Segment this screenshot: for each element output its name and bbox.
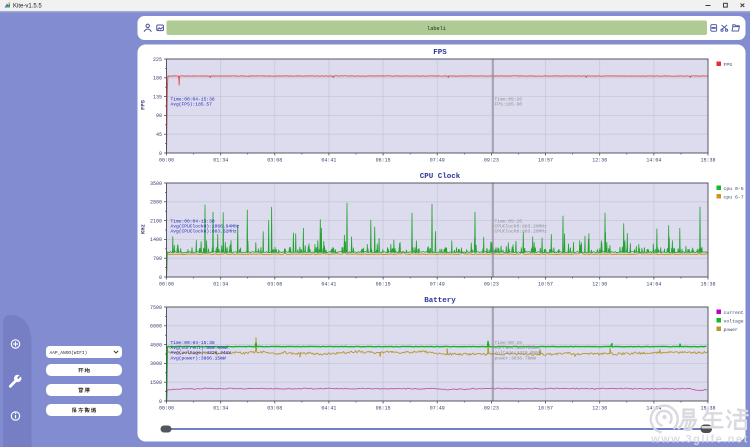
svg-text:03:08: 03:08 [267, 405, 282, 411]
svg-text:09:23: 09:23 [484, 405, 499, 411]
svg-text:00:00: 00:00 [159, 405, 174, 411]
svg-text:0: 0 [159, 151, 162, 157]
svg-text:3000: 3000 [150, 361, 162, 367]
svg-text:700: 700 [153, 256, 162, 262]
svg-text:0: 0 [159, 399, 162, 405]
svg-text:06:15: 06:15 [376, 405, 391, 411]
svg-text:180: 180 [153, 76, 162, 82]
svg-text:Kite-v1.5.5: Kite-v1.5.5 [13, 4, 42, 10]
svg-text:power:3838.70mW: power:3838.70mW [495, 355, 537, 361]
svg-text:15:38: 15:38 [700, 157, 715, 163]
svg-text:00:00: 00:00 [159, 157, 174, 163]
svg-text:Time:09:26: Time:09:26 [495, 219, 523, 225]
svg-text:Time:09:26: Time:09:26 [495, 340, 523, 346]
svg-text:12:30: 12:30 [592, 157, 607, 163]
svg-text:01:34: 01:34 [213, 281, 228, 287]
svg-text:10:57: 10:57 [538, 281, 553, 287]
svg-text:06:15: 06:15 [376, 281, 391, 287]
svg-text:00:00: 00:00 [159, 281, 174, 287]
svg-text:09:23: 09:23 [484, 281, 499, 287]
svg-text:FPS: FPS [724, 62, 733, 68]
svg-text:KHz: KHz [140, 224, 147, 234]
svg-text:Time:00:04-15:38: Time:00:04-15:38 [171, 340, 215, 346]
svg-text:2100: 2100 [150, 218, 162, 224]
svg-text:Time:00:04-15:38: Time:00:04-15:38 [171, 97, 215, 103]
svg-text:www.3glife.net: www.3glife.net [650, 434, 749, 446]
svg-text:04:41: 04:41 [321, 405, 336, 411]
svg-text:Avg(FPS):185.57: Avg(FPS):185.57 [171, 102, 213, 108]
svg-text:FPS: FPS [433, 49, 447, 57]
svg-text:label1: label1 [427, 26, 446, 32]
svg-text:current: current [724, 310, 744, 316]
svg-text:CPUClock0:883.20MHz: CPUClock0:883.20MHz [495, 224, 548, 230]
svg-text:14:04: 14:04 [646, 157, 661, 163]
svg-text:2800: 2800 [150, 200, 162, 206]
svg-text:CPU Clock: CPU Clock [420, 173, 461, 181]
svg-text:07:49: 07:49 [430, 281, 445, 287]
svg-text:03:08: 03:08 [267, 157, 282, 163]
svg-text:current:889.00mA: current:889.00mA [495, 345, 539, 351]
svg-text:Avg(current):889.00mA: Avg(current):889.00mA [171, 345, 229, 351]
svg-text:10:57: 10:57 [538, 157, 553, 163]
svg-text:4500: 4500 [150, 342, 162, 348]
svg-text:Time:09:26: Time:09:26 [495, 97, 523, 103]
svg-text:CPUClock6:883.20MHz: CPUClock6:883.20MHz [495, 229, 548, 235]
svg-text:01:34: 01:34 [213, 405, 228, 411]
svg-text:04:41: 04:41 [321, 157, 336, 163]
svg-text:09:23: 09:23 [484, 157, 499, 163]
svg-text:Avg(voltage):4328.44mV: Avg(voltage):4328.44mV [171, 350, 232, 356]
svg-text:06:15: 06:15 [376, 157, 391, 163]
svg-text:04:41: 04:41 [321, 281, 336, 287]
svg-text:cpu 0-5: cpu 0-5 [724, 186, 744, 192]
svg-text:1400: 1400 [150, 237, 162, 243]
svg-text:7500: 7500 [150, 305, 162, 311]
svg-text:07:49: 07:49 [430, 405, 445, 411]
svg-text:power: power [724, 328, 739, 333]
svg-text:12:30: 12:30 [592, 405, 607, 411]
svg-text:14:04: 14:04 [646, 281, 661, 287]
svg-text:Avg(CPUClock6):883.32MHz: Avg(CPUClock6):883.32MHz [171, 229, 237, 235]
svg-text:15:38: 15:38 [700, 281, 715, 287]
svg-text:FPS:185.60: FPS:185.60 [495, 102, 523, 108]
svg-text:3500: 3500 [150, 181, 162, 187]
svg-text:135: 135 [153, 94, 162, 100]
svg-text:FPS: FPS [140, 99, 147, 110]
svg-text:03:08: 03:08 [267, 281, 282, 287]
svg-text:12:30: 12:30 [592, 281, 607, 287]
svg-text:90: 90 [156, 113, 162, 119]
svg-text:Avg(CPUClock0):1066.94MHz: Avg(CPUClock0):1066.94MHz [171, 224, 240, 230]
svg-text:voltage: voltage [724, 318, 744, 324]
svg-text:6000: 6000 [150, 324, 162, 330]
svg-text:AAP_ANOO(WIFI): AAP_ANOO(WIFI) [50, 350, 88, 356]
svg-text:10:57: 10:57 [538, 405, 553, 411]
svg-text:cpu 6-7: cpu 6-7 [724, 194, 744, 200]
svg-text:Avg(power):3886.15mW: Avg(power):3886.15mW [171, 355, 226, 361]
svg-text:0: 0 [159, 275, 162, 281]
svg-text:01:34: 01:34 [213, 157, 228, 163]
svg-text:Battery: Battery [424, 297, 456, 305]
svg-text:07:49: 07:49 [430, 157, 445, 163]
svg-text:Time:00:04-15:38: Time:00:04-15:38 [171, 219, 215, 225]
svg-text:voltage:4410.00mV: voltage:4410.00mV [495, 350, 542, 356]
svg-text:45: 45 [156, 132, 162, 138]
svg-text:1500: 1500 [150, 380, 162, 386]
svg-text:225: 225 [153, 57, 162, 63]
